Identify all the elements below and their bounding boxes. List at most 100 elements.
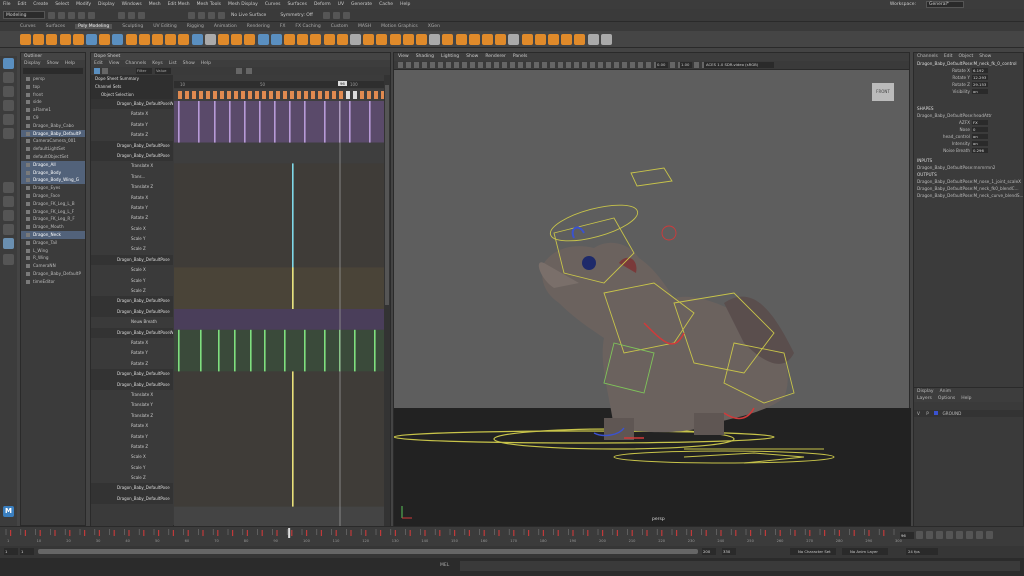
shelf-tool-10-icon[interactable] — [138, 34, 150, 45]
summary-key[interactable] — [346, 91, 350, 99]
outliner-item[interactable]: Dragon_Mouth — [21, 223, 85, 231]
snap-grid-icon[interactable] — [188, 11, 195, 19]
shelf-tool-42-icon[interactable] — [561, 34, 573, 45]
outliner-item[interactable]: Dragon_Body_Wing_G — [21, 176, 85, 185]
summary-key[interactable] — [199, 91, 203, 99]
outliner-item[interactable]: Dragon_FK_Leg_L_B — [21, 200, 85, 208]
shelf-tool-33-icon[interactable] — [442, 34, 454, 45]
ds-menu-help[interactable]: Help — [201, 61, 211, 66]
four-view-icon[interactable] — [3, 196, 14, 207]
cb-attr-value[interactable]: 12.293 — [972, 75, 988, 80]
summary-key[interactable] — [339, 91, 343, 99]
shelf-tool-20-icon[interactable] — [270, 34, 282, 45]
select-hierarchy-icon[interactable] — [118, 11, 125, 19]
shelf-tool-40-icon[interactable] — [534, 34, 546, 45]
summary-key[interactable] — [248, 91, 252, 99]
outliner-item[interactable]: CameraCamera_001 — [21, 137, 85, 145]
summary-key[interactable] — [220, 91, 224, 99]
outliner-item[interactable]: Dragon_Baby_Cabo — [21, 122, 85, 130]
workspace-selector[interactable]: Workspace: General* — [890, 1, 964, 8]
range-bar[interactable] — [38, 549, 698, 554]
cb-menu-channels[interactable]: Channels — [917, 54, 938, 59]
outliner-item[interactable]: Dragon_All — [21, 160, 85, 169]
outliner-item[interactable]: top — [21, 83, 85, 91]
shelf-tool-38-icon[interactable] — [508, 34, 520, 45]
cb-shape-attr-row[interactable]: head_control on — [914, 133, 1023, 140]
step-back-key-icon[interactable] — [926, 531, 933, 539]
ipr-render-icon[interactable] — [332, 11, 340, 19]
ds-channel-row[interactable]: Rotate Z — [91, 213, 173, 223]
outliner-item[interactable]: Dragon_Eyes — [21, 184, 85, 192]
summary-key[interactable] — [269, 91, 273, 99]
shelf-tool-44-icon[interactable] — [587, 34, 599, 45]
outliner-item[interactable]: Dragon_FK_Leg_L_F — [21, 208, 85, 216]
shelf-tool-35-icon[interactable] — [468, 34, 480, 45]
symmetry-setting[interactable]: Symmetry: Off — [280, 13, 313, 18]
menu-generate[interactable]: Generate — [351, 2, 372, 7]
outliner-item[interactable]: persp — [21, 75, 85, 83]
cb-attr-value[interactable]: 0.296 — [972, 148, 988, 153]
cb-output-node[interactable]: Dragon_Baby_DefaultPose:M_nose_1_joint_s… — [914, 178, 1023, 185]
menu-mesh-display[interactable]: Mesh Display — [228, 2, 258, 7]
shelf-tool-30-icon[interactable] — [402, 34, 414, 45]
dope-sheet-keys[interactable] — [174, 101, 384, 527]
new-scene-icon[interactable] — [48, 11, 55, 19]
layer-menu-layers[interactable]: Layers — [917, 396, 932, 401]
outliner-item[interactable]: C9 — [21, 114, 85, 122]
undo-icon[interactable] — [78, 11, 85, 19]
menu-uv[interactable]: UV — [338, 2, 344, 7]
outliner-persp-icon[interactable] — [3, 224, 14, 235]
shelf-tab-sculpting[interactable]: Sculpting — [122, 24, 143, 29]
ds-object-row[interactable]: Dragon_Baby_DefaultPose — [91, 379, 173, 390]
shelf-tool-43-icon[interactable] — [574, 34, 586, 45]
single-view-icon[interactable] — [3, 182, 14, 193]
render-settings-icon[interactable] — [342, 11, 350, 19]
ds-scrollbar[interactable] — [384, 75, 390, 527]
layer-tab-anim[interactable]: Anim — [940, 389, 952, 394]
anim-layer-selector[interactable]: No Anim Layer — [842, 548, 888, 555]
shelf-tool-5-icon[interactable] — [72, 34, 84, 45]
layer-menu-help[interactable]: Help — [961, 396, 971, 401]
shelf-tool-14-icon[interactable] — [191, 34, 203, 45]
cb-input-node[interactable]: Dragon_Baby_DefaultPose:mnmrmn2 — [914, 164, 1023, 171]
lasso-tool-icon[interactable] — [3, 72, 14, 83]
live-surface[interactable]: No Live Surface — [231, 13, 266, 18]
ds-object-row[interactable]: Dragon_Baby_DefaultPoseWi — [91, 327, 173, 338]
ds-summary-row[interactable]: Dope Sheet Summary — [91, 75, 173, 83]
cb-attr-row[interactable]: Rotate Y 12.293 — [914, 74, 1023, 81]
paint-select-tool-icon[interactable] — [3, 86, 14, 97]
summary-key[interactable] — [241, 91, 245, 99]
summary-key[interactable] — [227, 91, 231, 99]
outliner-search-input[interactable] — [23, 68, 83, 74]
shelf-tool-36-icon[interactable] — [482, 34, 493, 45]
ds-channel-row[interactable]: Neuw Breath — [91, 317, 173, 327]
shelf-tool-6-icon[interactable] — [86, 34, 97, 45]
outliner-item[interactable]: Dragon_Baby_DefaultP — [21, 129, 85, 138]
outliner-item[interactable]: timeEditor — [21, 278, 85, 286]
time-slider-ticks[interactable]: 1 10 20 30 40 50 60 70 80 90 100 110 120 130 140 150 160… — [0, 527, 1024, 547]
end-frame-field[interactable]: 330 — [722, 548, 736, 555]
ds-channel-row[interactable]: Scale X — [91, 224, 173, 234]
current-frame-field[interactable]: 96 — [900, 532, 914, 539]
cb-attr-value[interactable]: on — [972, 141, 988, 146]
shelf-tool-8-icon[interactable] — [112, 34, 124, 45]
layer-visibility[interactable]: V — [917, 411, 920, 416]
shelf-tab-custom[interactable]: Custom — [331, 24, 348, 29]
cb-shape-attr-row[interactable]: AZFX FX — [914, 119, 1023, 126]
shelf-tool-34-icon[interactable] — [455, 34, 467, 45]
layer-tab-display[interactable]: Display — [917, 389, 934, 394]
summary-key[interactable] — [367, 91, 371, 99]
render-icon[interactable] — [322, 11, 330, 19]
summary-key[interactable] — [283, 91, 287, 99]
layout-icon[interactable] — [3, 238, 14, 249]
ds-channel-row[interactable]: Translate X — [91, 390, 173, 400]
shelf-tool-32-icon[interactable] — [429, 34, 441, 45]
shelf-tool-39-icon[interactable] — [521, 34, 533, 45]
range-end-field[interactable]: 200 — [702, 548, 716, 555]
shelf-tool-24-icon[interactable] — [323, 34, 335, 45]
outliner-menu-display[interactable]: Display — [24, 61, 41, 66]
ds-value-field[interactable]: Value — [155, 68, 171, 74]
move-tool-icon[interactable] — [3, 100, 14, 111]
menu-display[interactable]: Display — [98, 2, 115, 7]
ds-menu-list[interactable]: List — [169, 61, 177, 66]
